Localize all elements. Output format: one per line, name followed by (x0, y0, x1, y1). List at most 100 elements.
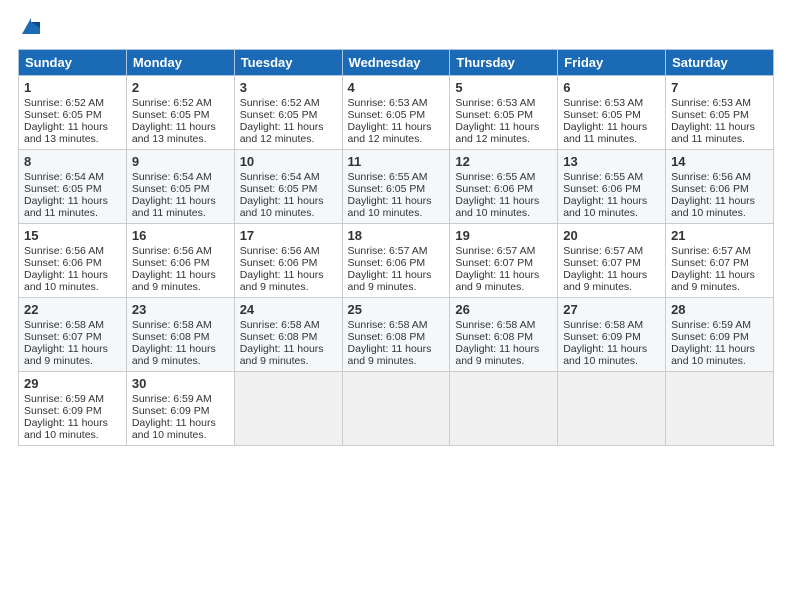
sunset-text: Sunset: 6:05 PM (563, 109, 641, 121)
calendar-cell: 20 Sunrise: 6:57 AM Sunset: 6:07 PM Dayl… (558, 223, 666, 297)
calendar-cell: 8 Sunrise: 6:54 AM Sunset: 6:05 PM Dayli… (19, 149, 127, 223)
sunset-text: Sunset: 6:07 PM (671, 257, 749, 269)
sunrise-text: Sunrise: 6:57 AM (563, 245, 643, 257)
sunrise-text: Sunrise: 6:52 AM (24, 97, 104, 109)
calendar-cell: 2 Sunrise: 6:52 AM Sunset: 6:05 PM Dayli… (126, 75, 234, 149)
sunrise-text: Sunrise: 6:56 AM (671, 171, 751, 183)
daylight-text: Daylight: 11 hours and 9 minutes. (671, 269, 755, 293)
logo (18, 18, 42, 43)
day-number: 22 (24, 302, 121, 317)
calendar-cell: 24 Sunrise: 6:58 AM Sunset: 6:08 PM Dayl… (234, 297, 342, 371)
day-number: 7 (671, 80, 768, 95)
sunset-text: Sunset: 6:05 PM (348, 109, 426, 121)
calendar-cell: 22 Sunrise: 6:58 AM Sunset: 6:07 PM Dayl… (19, 297, 127, 371)
calendar-cell: 7 Sunrise: 6:53 AM Sunset: 6:05 PM Dayli… (666, 75, 774, 149)
daylight-text: Daylight: 11 hours and 11 minutes. (132, 195, 216, 219)
sunrise-text: Sunrise: 6:57 AM (455, 245, 535, 257)
sunrise-text: Sunrise: 6:52 AM (132, 97, 212, 109)
day-number: 16 (132, 228, 229, 243)
sunset-text: Sunset: 6:05 PM (24, 183, 102, 195)
daylight-text: Daylight: 11 hours and 10 minutes. (24, 417, 108, 441)
sunrise-text: Sunrise: 6:56 AM (240, 245, 320, 257)
day-number: 28 (671, 302, 768, 317)
calendar-cell: 5 Sunrise: 6:53 AM Sunset: 6:05 PM Dayli… (450, 75, 558, 149)
sunrise-text: Sunrise: 6:58 AM (24, 319, 104, 331)
calendar-cell (234, 371, 342, 445)
calendar-cell: 13 Sunrise: 6:55 AM Sunset: 6:06 PM Dayl… (558, 149, 666, 223)
weekday-header-friday: Friday (558, 49, 666, 75)
calendar-week-5: 29 Sunrise: 6:59 AM Sunset: 6:09 PM Dayl… (19, 371, 774, 445)
sunrise-text: Sunrise: 6:52 AM (240, 97, 320, 109)
daylight-text: Daylight: 11 hours and 10 minutes. (671, 343, 755, 367)
daylight-text: Daylight: 11 hours and 10 minutes. (563, 195, 647, 219)
day-number: 20 (563, 228, 660, 243)
sunset-text: Sunset: 6:08 PM (240, 331, 318, 343)
day-number: 17 (240, 228, 337, 243)
sunrise-text: Sunrise: 6:57 AM (348, 245, 428, 257)
day-number: 6 (563, 80, 660, 95)
sunset-text: Sunset: 6:08 PM (455, 331, 533, 343)
weekday-header-wednesday: Wednesday (342, 49, 450, 75)
calendar-cell (342, 371, 450, 445)
sunset-text: Sunset: 6:06 PM (671, 183, 749, 195)
daylight-text: Daylight: 11 hours and 12 minutes. (455, 121, 539, 145)
logo-icon (20, 16, 42, 38)
daylight-text: Daylight: 11 hours and 9 minutes. (132, 343, 216, 367)
calendar-week-3: 15 Sunrise: 6:56 AM Sunset: 6:06 PM Dayl… (19, 223, 774, 297)
daylight-text: Daylight: 11 hours and 9 minutes. (132, 269, 216, 293)
sunset-text: Sunset: 6:05 PM (671, 109, 749, 121)
sunset-text: Sunset: 6:05 PM (24, 109, 102, 121)
day-number: 24 (240, 302, 337, 317)
sunset-text: Sunset: 6:05 PM (240, 183, 318, 195)
weekday-header-sunday: Sunday (19, 49, 127, 75)
calendar-cell: 21 Sunrise: 6:57 AM Sunset: 6:07 PM Dayl… (666, 223, 774, 297)
day-number: 14 (671, 154, 768, 169)
sunset-text: Sunset: 6:05 PM (132, 183, 210, 195)
sunset-text: Sunset: 6:05 PM (455, 109, 533, 121)
daylight-text: Daylight: 11 hours and 9 minutes. (24, 343, 108, 367)
day-number: 25 (348, 302, 445, 317)
sunrise-text: Sunrise: 6:54 AM (240, 171, 320, 183)
weekday-header-thursday: Thursday (450, 49, 558, 75)
daylight-text: Daylight: 11 hours and 9 minutes. (348, 343, 432, 367)
daylight-text: Daylight: 11 hours and 10 minutes. (24, 269, 108, 293)
day-number: 18 (348, 228, 445, 243)
logo-text (18, 18, 42, 43)
sunrise-text: Sunrise: 6:56 AM (132, 245, 212, 257)
sunrise-text: Sunrise: 6:58 AM (455, 319, 535, 331)
calendar-cell (666, 371, 774, 445)
sunrise-text: Sunrise: 6:53 AM (563, 97, 643, 109)
sunset-text: Sunset: 6:06 PM (455, 183, 533, 195)
day-number: 11 (348, 154, 445, 169)
sunset-text: Sunset: 6:09 PM (563, 331, 641, 343)
sunset-text: Sunset: 6:06 PM (240, 257, 318, 269)
weekday-header-saturday: Saturday (666, 49, 774, 75)
day-number: 29 (24, 376, 121, 391)
day-number: 30 (132, 376, 229, 391)
sunset-text: Sunset: 6:05 PM (132, 109, 210, 121)
sunrise-text: Sunrise: 6:55 AM (348, 171, 428, 183)
sunset-text: Sunset: 6:07 PM (455, 257, 533, 269)
calendar-cell: 16 Sunrise: 6:56 AM Sunset: 6:06 PM Dayl… (126, 223, 234, 297)
calendar-week-2: 8 Sunrise: 6:54 AM Sunset: 6:05 PM Dayli… (19, 149, 774, 223)
day-number: 15 (24, 228, 121, 243)
calendar-cell: 26 Sunrise: 6:58 AM Sunset: 6:08 PM Dayl… (450, 297, 558, 371)
sunrise-text: Sunrise: 6:55 AM (563, 171, 643, 183)
sunrise-text: Sunrise: 6:53 AM (348, 97, 428, 109)
daylight-text: Daylight: 11 hours and 13 minutes. (24, 121, 108, 145)
calendar-table: SundayMondayTuesdayWednesdayThursdayFrid… (18, 49, 774, 446)
sunset-text: Sunset: 6:06 PM (563, 183, 641, 195)
day-number: 1 (24, 80, 121, 95)
sunset-text: Sunset: 6:05 PM (240, 109, 318, 121)
day-number: 9 (132, 154, 229, 169)
sunset-text: Sunset: 6:06 PM (132, 257, 210, 269)
calendar-cell: 23 Sunrise: 6:58 AM Sunset: 6:08 PM Dayl… (126, 297, 234, 371)
daylight-text: Daylight: 11 hours and 10 minutes. (671, 195, 755, 219)
calendar-week-1: 1 Sunrise: 6:52 AM Sunset: 6:05 PM Dayli… (19, 75, 774, 149)
calendar-cell (558, 371, 666, 445)
day-number: 3 (240, 80, 337, 95)
weekday-header-row: SundayMondayTuesdayWednesdayThursdayFrid… (19, 49, 774, 75)
day-number: 19 (455, 228, 552, 243)
sunset-text: Sunset: 6:07 PM (563, 257, 641, 269)
daylight-text: Daylight: 11 hours and 10 minutes. (132, 417, 216, 441)
